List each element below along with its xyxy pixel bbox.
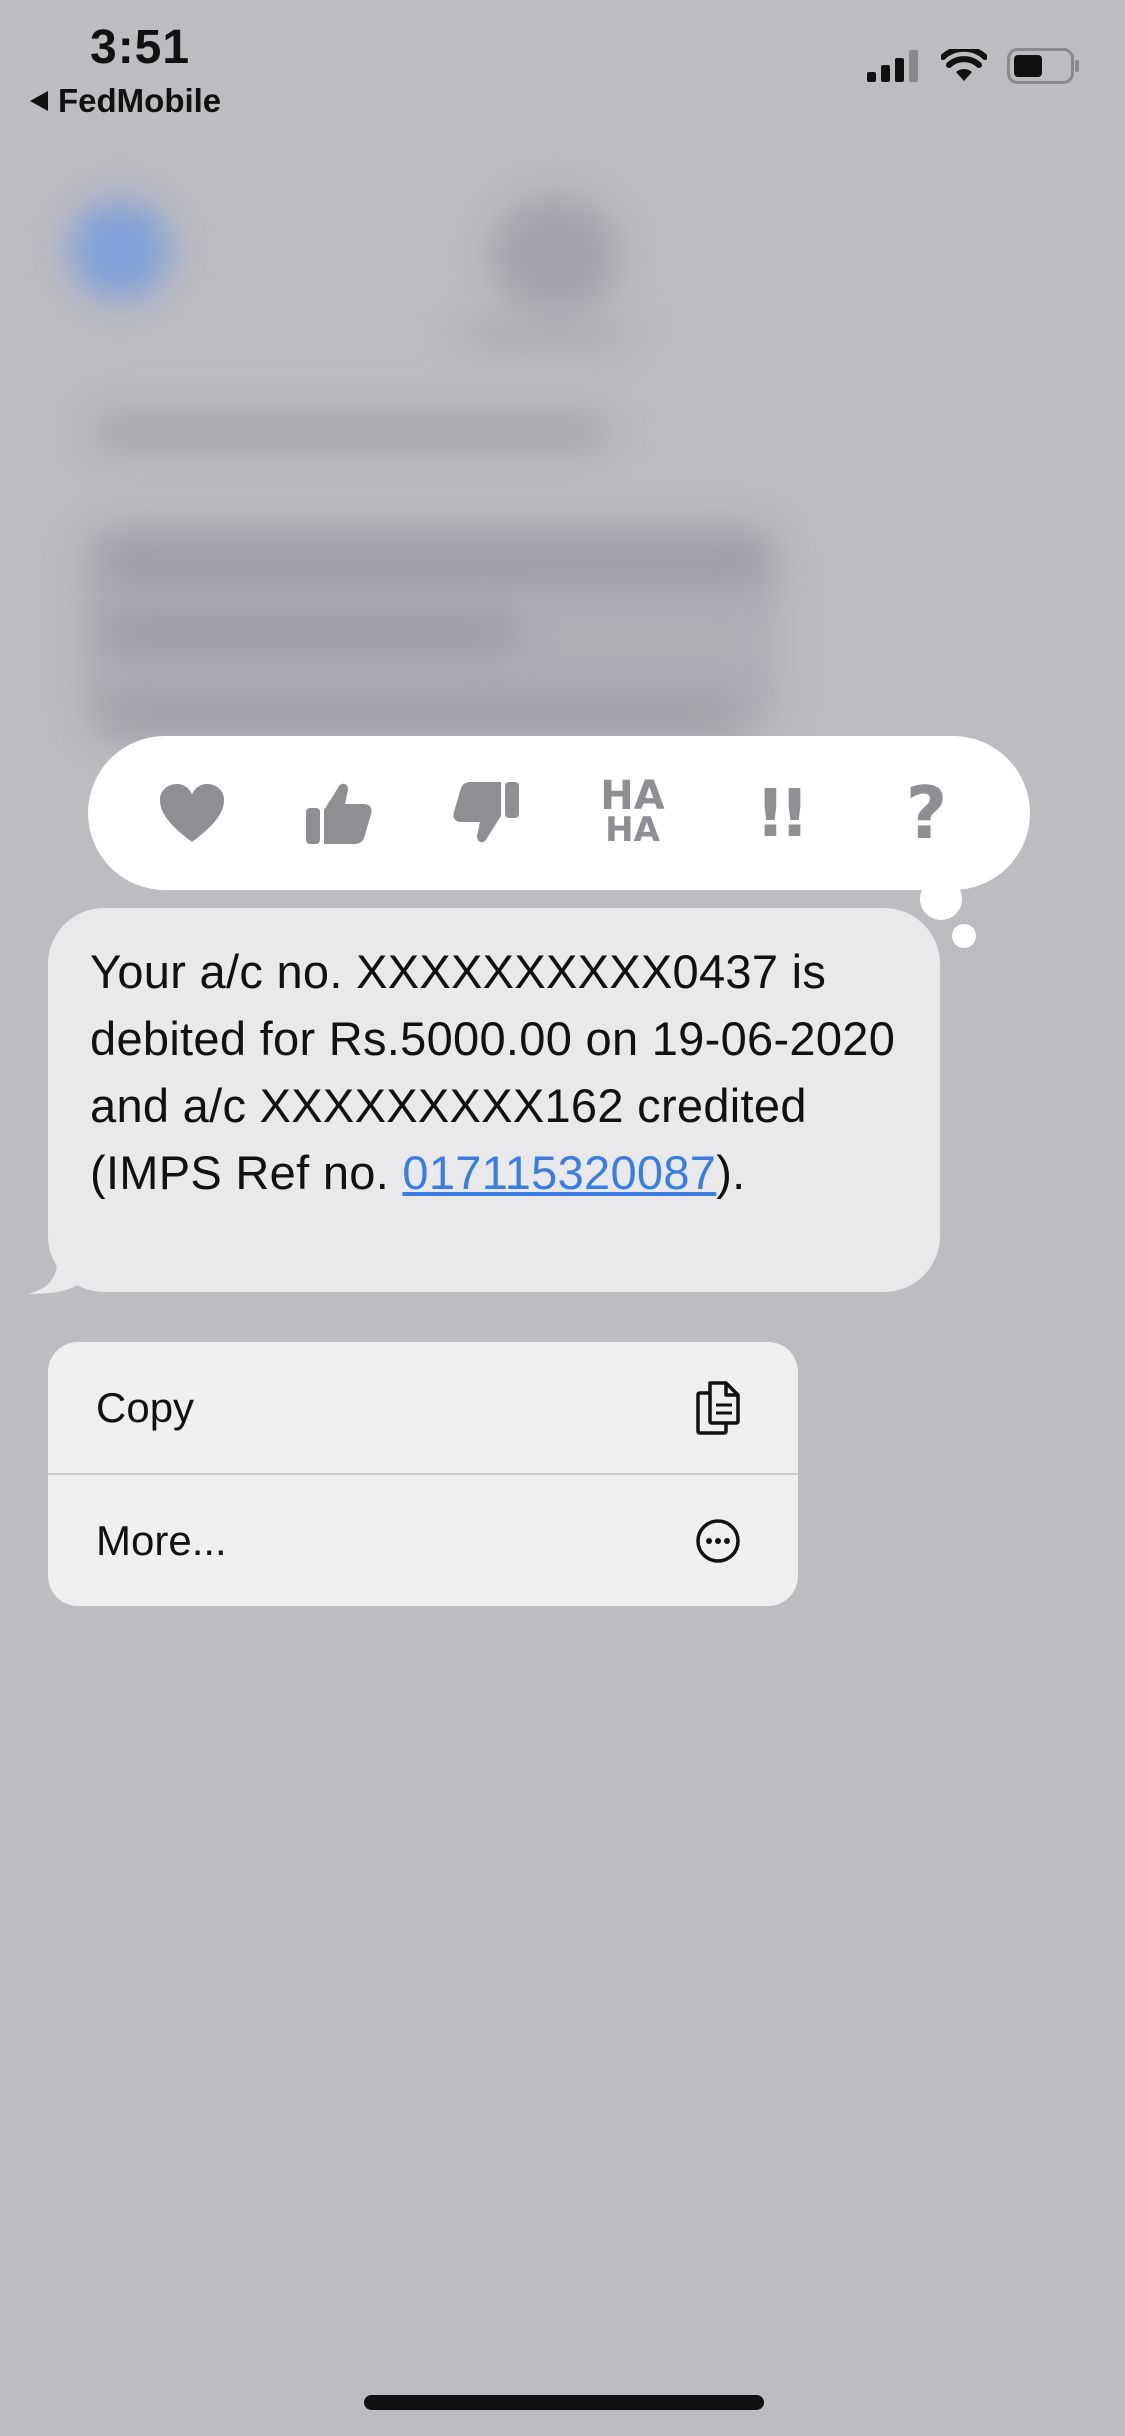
blurred-text-line: [90, 410, 610, 454]
blurred-text-line: [100, 610, 520, 654]
haha-icon: HA HA: [600, 773, 665, 850]
more-ellipsis-icon: [690, 1513, 746, 1569]
back-to-app-button[interactable]: FedMobile: [30, 82, 221, 120]
tapback-bubble-dot: [920, 878, 962, 920]
context-menu: Copy More...: [48, 1342, 798, 1606]
back-app-label: FedMobile: [58, 82, 222, 119]
tapback-bubble-dot-small: [952, 924, 976, 948]
menu-item-more[interactable]: More...: [48, 1475, 798, 1606]
blurred-avatar: [70, 200, 170, 300]
wifi-icon: [941, 49, 987, 81]
status-icons: [867, 48, 1081, 84]
menu-item-label: More...: [96, 1516, 227, 1564]
tapback-bar: HA HA !! ?: [88, 736, 1030, 890]
menu-item-copy[interactable]: Copy: [48, 1342, 798, 1473]
question-icon: ?: [905, 771, 948, 855]
battery-icon: [1007, 48, 1079, 84]
signal-icon: [867, 50, 918, 82]
back-arrow-icon: [30, 91, 48, 111]
thumbs-up-icon: [305, 783, 372, 844]
thumbs-down-icon: [452, 782, 519, 843]
tapback-thumbs-up[interactable]: [289, 763, 389, 863]
exclamation-icon: !!: [755, 774, 809, 852]
tapback-haha[interactable]: HA HA: [583, 763, 683, 863]
blurred-contact-photo: [490, 195, 620, 315]
blurred-text-line: [100, 540, 770, 584]
heart-icon: [159, 784, 224, 842]
blurred-contact-name: [460, 320, 630, 348]
message-bubble[interactable]: Your a/c no. XXXXXXXXXX0437 is debited f…: [48, 908, 940, 1292]
menu-item-label: Copy: [96, 1383, 195, 1431]
copy-icon: [690, 1380, 746, 1436]
tapback-question[interactable]: ?: [877, 763, 977, 863]
reference-number-link[interactable]: 017115320087: [402, 1146, 716, 1199]
tapback-exclamation[interactable]: !!: [730, 763, 830, 863]
blurred-text-line: [100, 690, 740, 734]
message-text: Your a/c no. XXXXXXXXXX0437 is debited f…: [90, 945, 896, 1199]
tapback-thumbs-down[interactable]: [436, 763, 536, 863]
status-time: 3:51: [90, 21, 191, 74]
tapback-heart[interactable]: [142, 763, 242, 863]
home-indicator[interactable]: [364, 2395, 764, 2410]
